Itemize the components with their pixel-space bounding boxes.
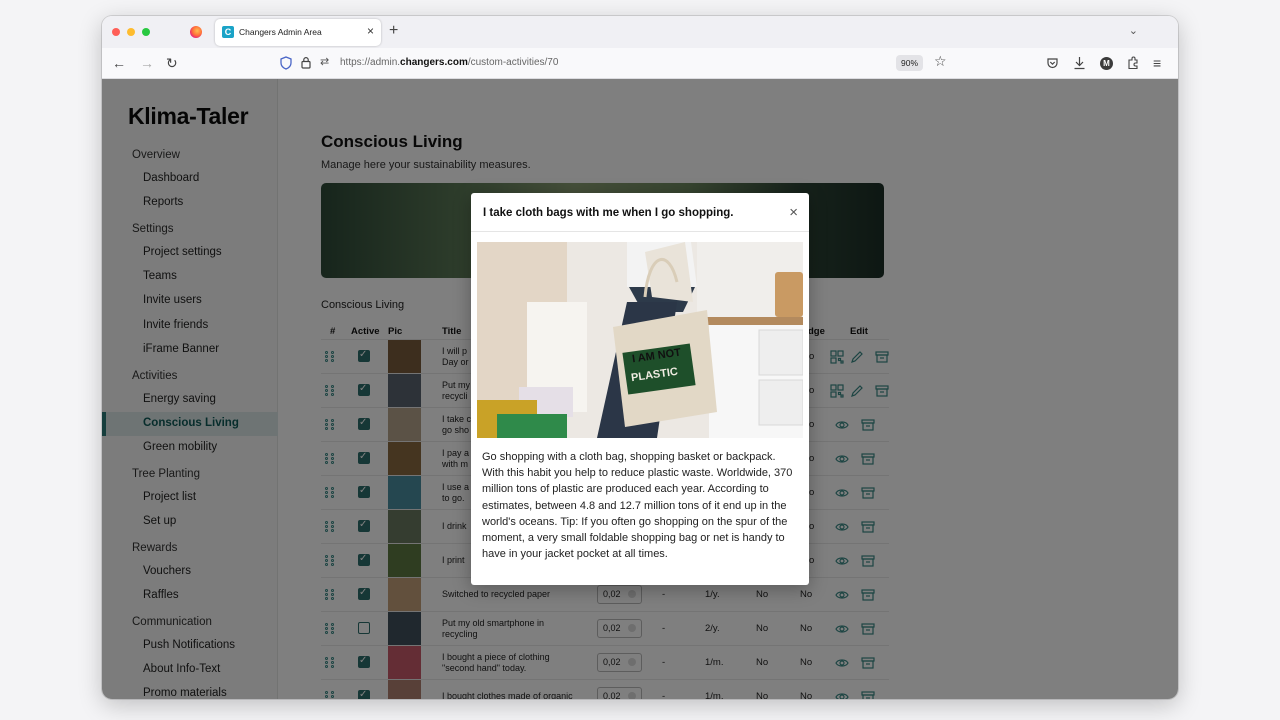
pocket-icon[interactable]	[1046, 57, 1059, 70]
reload-icon[interactable]: ↻	[166, 55, 178, 71]
close-window-button[interactable]	[112, 28, 120, 36]
close-icon[interactable]: ×	[789, 204, 798, 221]
browser-tab[interactable]: C Changers Admin Area ×	[215, 19, 381, 46]
forward-icon[interactable]: →	[140, 55, 154, 71]
url-text[interactable]: https://admin.changers.com/custom-activi…	[340, 57, 558, 68]
menu-hamburger-icon[interactable]: ≡	[1153, 55, 1161, 71]
minimize-window-button[interactable]	[127, 28, 135, 36]
browser-window: C Changers Admin Area × + ⌄ ← → ↻ ⇄ http…	[102, 16, 1178, 699]
changers-favicon-icon: C	[222, 26, 234, 38]
modal-description: Go shopping with a cloth bag, shopping b…	[482, 451, 793, 561]
cloth-bag-photo: I AM NOT PLASTIC	[477, 242, 803, 438]
page-content: Klima-Taler Overview Dashboard Reports S…	[102, 79, 1178, 699]
modal-title: I take cloth bags with me when I go shop…	[483, 207, 734, 219]
account-avatar-icon[interactable]: M	[1100, 57, 1113, 70]
download-icon[interactable]	[1073, 56, 1086, 70]
extensions-icon[interactable]	[1126, 56, 1140, 70]
permissions-icon[interactable]: ⇄	[320, 55, 329, 68]
tab-bar: C Changers Admin Area × + ⌄	[102, 16, 1178, 48]
modal-divider	[471, 231, 809, 232]
tab-close-icon[interactable]: ×	[367, 24, 374, 38]
activity-detail-modal: I take cloth bags with me when I go shop…	[471, 193, 809, 585]
tab-list-chevron-icon[interactable]: ⌄	[1129, 24, 1138, 37]
tab-title: Changers Admin Area	[239, 27, 322, 37]
url-bar[interactable]: ⇄ https://admin.changers.com/custom-acti…	[272, 51, 952, 75]
new-tab-icon[interactable]: +	[389, 22, 398, 40]
tracking-protection-icon[interactable]	[280, 56, 292, 70]
bookmark-star-icon[interactable]: ☆	[934, 53, 947, 70]
navigation-toolbar: ← → ↻ ⇄ https://admin.changers.com/custo…	[102, 48, 1178, 79]
firefox-icon	[190, 26, 202, 38]
zoom-indicator[interactable]: 90%	[896, 55, 924, 71]
maximize-window-button[interactable]	[142, 28, 150, 36]
lock-icon[interactable]	[301, 56, 311, 69]
back-icon[interactable]: ←	[112, 55, 126, 71]
